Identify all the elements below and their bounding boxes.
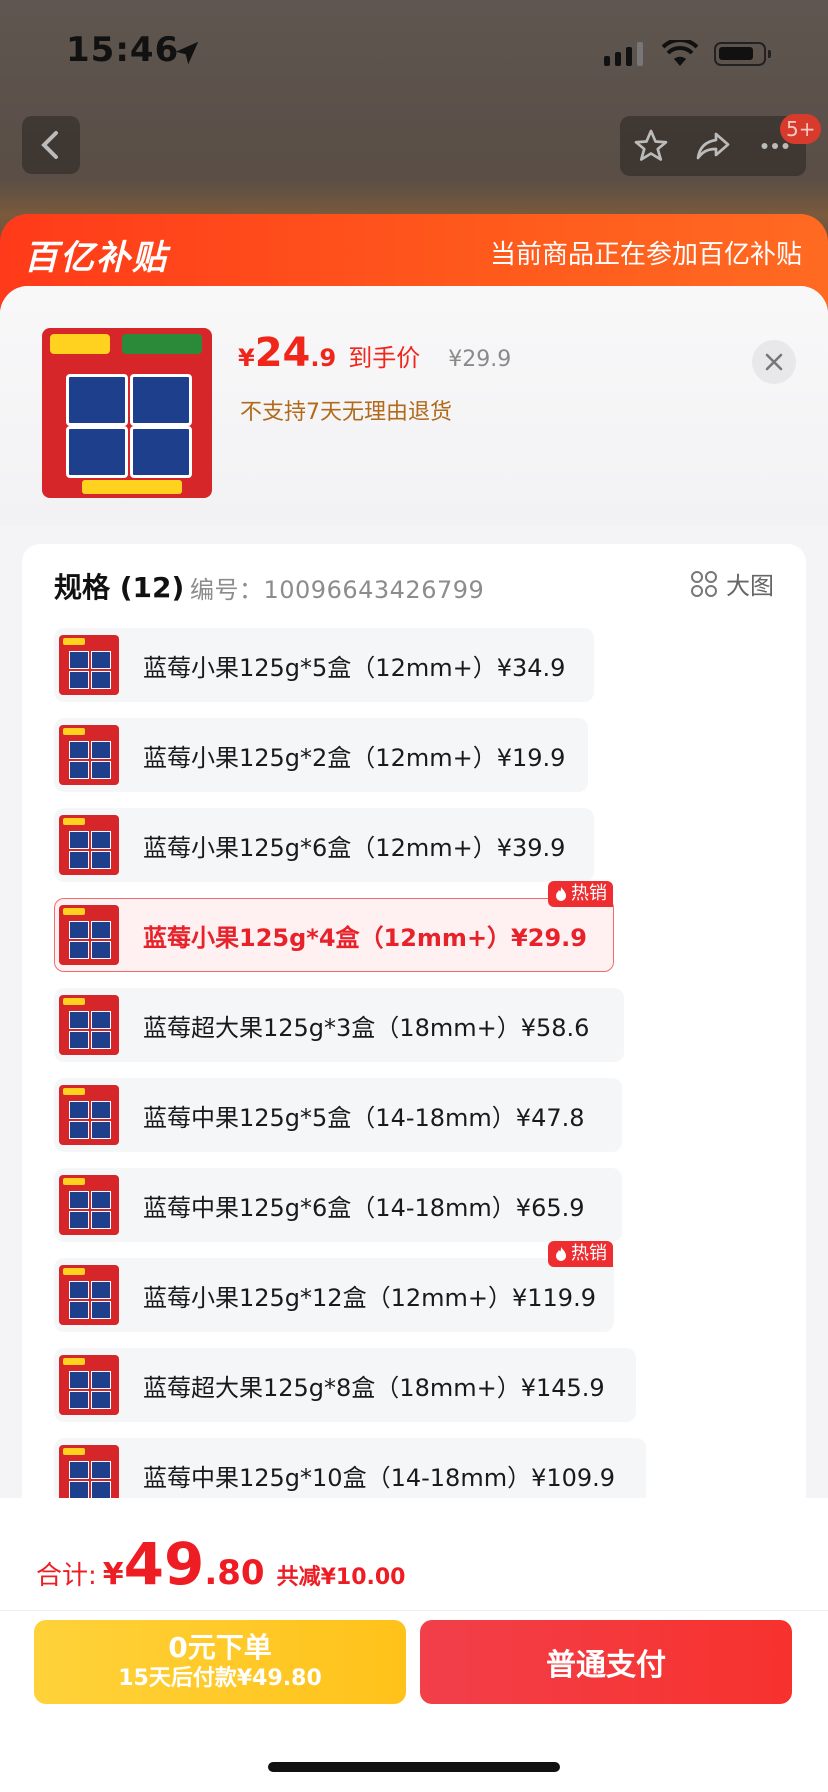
spec-option-thumbnail: [59, 815, 119, 875]
cart-count-badge: 5+: [780, 114, 822, 144]
spec-option[interactable]: 蓝莓中果125g*5盒（14-18mm）¥47.8: [54, 1078, 622, 1152]
hot-sale-tag: 热销: [548, 1241, 613, 1267]
divider: [0, 1610, 828, 1611]
spec-option-label: 蓝莓超大果125g*3盒（18mm+）¥58.6: [143, 1013, 590, 1042]
spec-option[interactable]: 蓝莓中果125g*10盒（14-18mm）¥109.9: [54, 1438, 646, 1506]
product-code: 编号：10096643426799: [190, 576, 485, 604]
return-policy-note: 不支持7天无理由退货: [240, 400, 452, 425]
spec-option[interactable]: 蓝莓小果125g*6盒（12mm+）¥39.9: [54, 808, 594, 882]
product-image: [42, 328, 212, 498]
top-actions: [620, 116, 806, 176]
spec-option-thumbnail: [59, 1355, 119, 1415]
spec-option-thumbnail: [59, 1085, 119, 1145]
product-summary: ¥ 24 .9 到手价 ¥29.9 不支持7天无理由退货: [0, 286, 828, 526]
spec-option-label: 蓝莓小果125g*12盒（12mm+）¥119.9: [143, 1283, 596, 1312]
hot-sale-tag: 热销: [548, 881, 613, 907]
spec-option[interactable]: 蓝莓中果125g*6盒（14-18mm）¥65.9: [54, 1168, 622, 1242]
favorite-star-icon[interactable]: [633, 128, 669, 164]
spec-option-thumbnail: [59, 635, 119, 695]
share-icon[interactable]: [695, 128, 731, 164]
spec-option-thumbnail: [59, 1175, 119, 1235]
spec-option-thumbnail: [59, 995, 119, 1055]
spec-option[interactable]: 蓝莓超大果125g*3盒（18mm+）¥58.6: [54, 988, 624, 1062]
status-bar: 15:46: [0, 0, 828, 110]
price-line: ¥ 24 .9 到手价 ¥29.9: [238, 330, 511, 376]
spec-option-thumbnail: [59, 1265, 119, 1325]
cellular-signal-icon: [604, 42, 643, 66]
hot-sale-label: 热销: [571, 883, 607, 904]
close-button[interactable]: [752, 340, 796, 384]
close-icon: [765, 353, 783, 371]
spec-option-label: 蓝莓小果125g*6盒（12mm+）¥39.9: [143, 833, 566, 862]
total-integer: 49: [123, 1530, 205, 1598]
spec-option-thumbnail: [59, 725, 119, 785]
spec-option-label: 蓝莓小果125g*5盒（12mm+）¥34.9: [143, 653, 566, 682]
final-price-label: 到手价: [348, 344, 421, 372]
home-indicator: [268, 1762, 560, 1772]
price-decimal: .9: [310, 344, 337, 372]
big-view-toggle[interactable]: 大图: [690, 566, 774, 601]
spec-option-thumbnail: [59, 905, 119, 965]
chevron-left-icon: [41, 131, 58, 159]
spec-option[interactable]: 蓝莓超大果125g*8盒（18mm+）¥145.9: [54, 1348, 636, 1422]
spec-title: 规格 (12): [54, 571, 185, 604]
big-view-label: 大图: [726, 572, 774, 600]
total-discount: 共减¥10.00: [276, 1565, 406, 1590]
flame-icon: [556, 887, 566, 901]
spec-card: 规格 (12) 编号：10096643426799 大图 蓝莓小果125g*5盒…: [22, 544, 806, 1506]
pay-later-title: 0元下单: [168, 1631, 272, 1664]
spec-option[interactable]: 蓝莓小果125g*2盒（12mm+）¥19.9: [54, 718, 588, 792]
price-integer: 24: [254, 330, 311, 376]
status-time: 15:46: [66, 30, 180, 70]
spec-option-label: 蓝莓中果125g*6盒（14-18mm）¥65.9: [143, 1193, 585, 1222]
pay-later-button[interactable]: 0元下单 15天后付款¥49.80: [34, 1620, 406, 1704]
hot-sale-label: 热销: [571, 1243, 607, 1264]
spec-option[interactable]: 蓝莓小果125g*12盒（12mm+）¥119.9 热销: [54, 1241, 614, 1332]
normal-pay-button[interactable]: 普通支付: [420, 1620, 792, 1704]
pay-later-subtitle: 15天后付款¥49.80: [118, 1666, 322, 1691]
spec-option-label: 蓝莓超大果125g*8盒（18mm+）¥145.9: [143, 1373, 605, 1402]
flame-icon: [556, 1247, 566, 1261]
spec-option-thumbnail: [59, 1445, 119, 1505]
spec-option-label: 蓝莓小果125g*2盒（12mm+）¥19.9: [143, 743, 566, 772]
spec-sheet: ¥ 24 .9 到手价 ¥29.9 不支持7天无理由退货 规格 (12) 编号：…: [0, 286, 828, 1506]
back-button[interactable]: [22, 116, 80, 174]
subsidy-logo: 百亿补贴: [24, 238, 168, 278]
spec-option-label: 蓝莓中果125g*5盒（14-18mm）¥47.8: [143, 1103, 585, 1132]
original-price: ¥29.9: [448, 347, 512, 372]
battery-icon: [714, 42, 771, 66]
total-currency: ¥: [102, 1557, 124, 1592]
total-label: 合计:: [36, 1561, 97, 1591]
price-currency: ¥: [238, 344, 255, 372]
spec-option[interactable]: 蓝莓小果125g*4盒（12mm+）¥29.9 热销: [54, 881, 614, 972]
grid-view-icon: [691, 570, 717, 597]
location-arrow-icon: [175, 41, 199, 65]
subsidy-slogan: 当前商品正在参加百亿补贴: [489, 240, 802, 270]
spec-option-label: 蓝莓中果125g*10盒（14-18mm）¥109.9: [143, 1463, 616, 1492]
total-line: 合计: ¥ 49 .80 共减¥10.00: [36, 1530, 406, 1598]
spec-option[interactable]: 蓝莓小果125g*5盒（12mm+）¥34.9: [54, 628, 594, 702]
checkout-bar: 合计: ¥ 49 .80 共减¥10.00 0元下单 15天后付款¥49.80 …: [0, 1498, 828, 1792]
total-decimal: .80: [204, 1553, 265, 1593]
spec-option-label: 蓝莓小果125g*4盒（12mm+）¥29.9: [143, 923, 587, 952]
wifi-icon: [662, 40, 698, 66]
